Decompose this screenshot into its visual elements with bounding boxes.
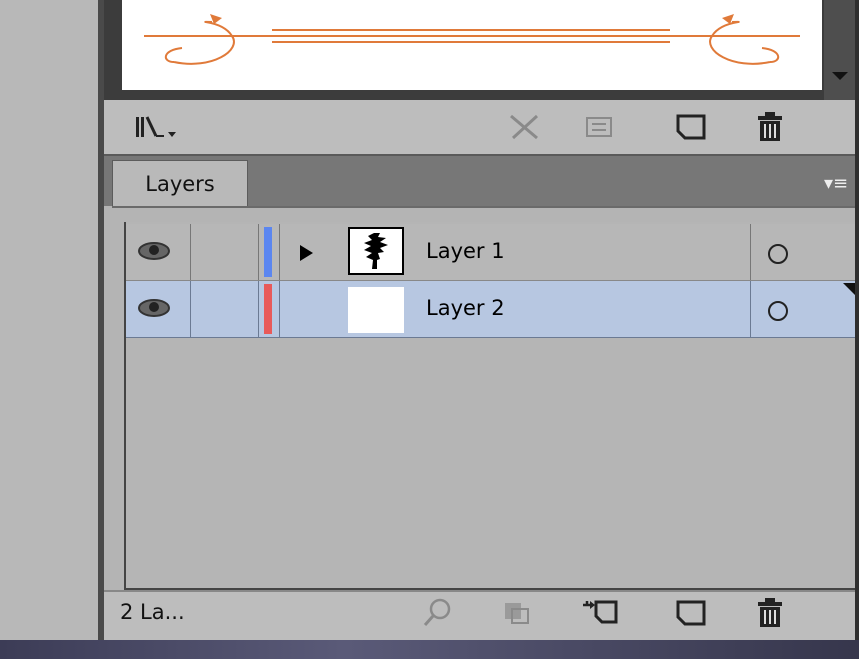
expand-arrow-icon[interactable] (300, 245, 313, 261)
visibility-eye-icon[interactable] (136, 295, 172, 321)
right-border (855, 0, 859, 640)
scroll-down-icon[interactable] (832, 72, 848, 80)
visibility-eye-icon[interactable] (136, 238, 172, 264)
column-divider (258, 224, 259, 280)
new-swatch-icon[interactable] (673, 112, 709, 142)
new-sublayer-icon[interactable] (580, 596, 620, 628)
trash-icon[interactable] (752, 110, 788, 144)
options-icon[interactable] (583, 114, 615, 140)
layer-name: Layer 1 (426, 239, 505, 263)
column-divider (190, 281, 191, 337)
layer-color-indicator (264, 227, 272, 277)
layer-count-label: 2 La... (120, 600, 185, 624)
column-divider (258, 281, 259, 337)
desktop-background (0, 640, 859, 659)
break-link-icon[interactable] (503, 110, 543, 144)
target-circle-icon[interactable] (768, 244, 788, 264)
tab-layers[interactable]: Layers (112, 160, 248, 207)
layer-color-indicator (264, 284, 272, 334)
target-circle-icon[interactable] (768, 301, 788, 321)
make-clip-mask-icon[interactable] (500, 598, 534, 628)
new-layer-icon[interactable] (673, 598, 709, 628)
left-dock-strip (0, 0, 98, 640)
column-divider (279, 281, 280, 337)
swatch-toolbar (104, 100, 855, 156)
trash-icon[interactable] (752, 596, 788, 630)
swatch-scrollbar[interactable] (824, 0, 855, 100)
swatch-libraries-icon[interactable] (134, 112, 178, 142)
panel-menu-icon[interactable]: ▾≡ (818, 168, 854, 198)
ornament-graphic (144, 14, 800, 65)
tab-layers-label: Layers (145, 172, 215, 196)
layers-footer (104, 590, 855, 642)
layer-name: Layer 2 (426, 296, 505, 320)
locate-object-icon[interactable] (420, 596, 456, 630)
swatch-preview (122, 0, 822, 90)
column-divider (750, 224, 751, 280)
column-divider (279, 224, 280, 280)
column-divider (750, 281, 751, 337)
column-divider (190, 224, 191, 280)
layer-thumbnail (348, 287, 404, 333)
selected-art-indicator (843, 283, 855, 295)
layer-thumbnail (348, 227, 404, 275)
